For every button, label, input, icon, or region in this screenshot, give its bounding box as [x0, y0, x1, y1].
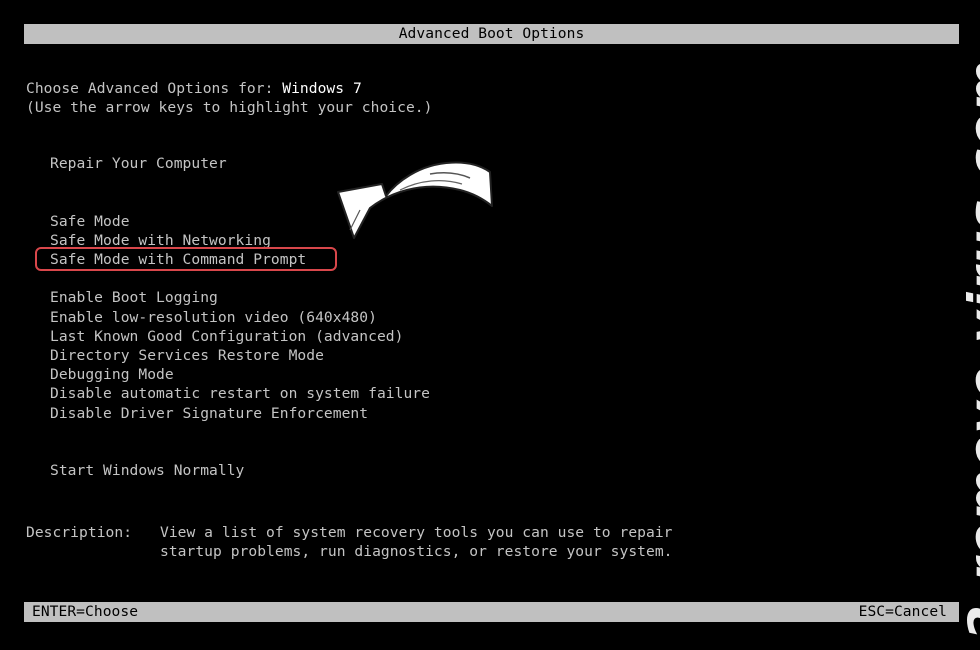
menu-item-disable-auto-restart[interactable]: Disable automatic restart on system fail…	[50, 384, 430, 403]
description-line-1: View a list of system recovery tools you…	[160, 524, 673, 541]
menu-item-debugging[interactable]: Debugging Mode	[50, 365, 174, 384]
menu-item-boot-logging[interactable]: Enable Boot Logging	[50, 288, 218, 307]
enter-choose-hint[interactable]: ENTER=Choose	[32, 602, 138, 622]
watermark-text: 2-remove-virus.com	[958, 59, 980, 640]
choose-options-line: Choose Advanced Options for: Windows 7	[26, 79, 362, 98]
description-line-2: startup problems, run diagnostics, or re…	[160, 543, 673, 560]
footer-bar: ENTER=Choose ESC=Cancel	[24, 602, 959, 622]
description-label: Description:	[26, 524, 133, 541]
menu-item-safe-mode[interactable]: Safe Mode	[50, 212, 130, 231]
choose-options-prefix: Choose Advanced Options for:	[26, 80, 283, 97]
curved-arrow-icon	[337, 161, 493, 239]
menu-item-ds-restore[interactable]: Directory Services Restore Mode	[50, 346, 324, 365]
menu-item-low-res-video[interactable]: Enable low-resolution video (640x480)	[50, 308, 377, 327]
menu-item-last-known-good[interactable]: Last Known Good Configuration (advanced)	[50, 327, 403, 346]
os-name: Windows 7	[282, 80, 362, 97]
menu-item-repair[interactable]: Repair Your Computer	[50, 154, 227, 173]
instructions-text: (Use the arrow keys to highlight your ch…	[26, 99, 433, 116]
highlight-box	[35, 247, 337, 271]
title-bar: Advanced Boot Options	[24, 24, 959, 44]
menu-item-disable-driver-sig[interactable]: Disable Driver Signature Enforcement	[50, 404, 368, 423]
menu-item-start-normally[interactable]: Start Windows Normally	[50, 461, 244, 480]
page-title: Advanced Boot Options	[398, 25, 585, 42]
esc-cancel-hint[interactable]: ESC=Cancel	[859, 602, 947, 622]
